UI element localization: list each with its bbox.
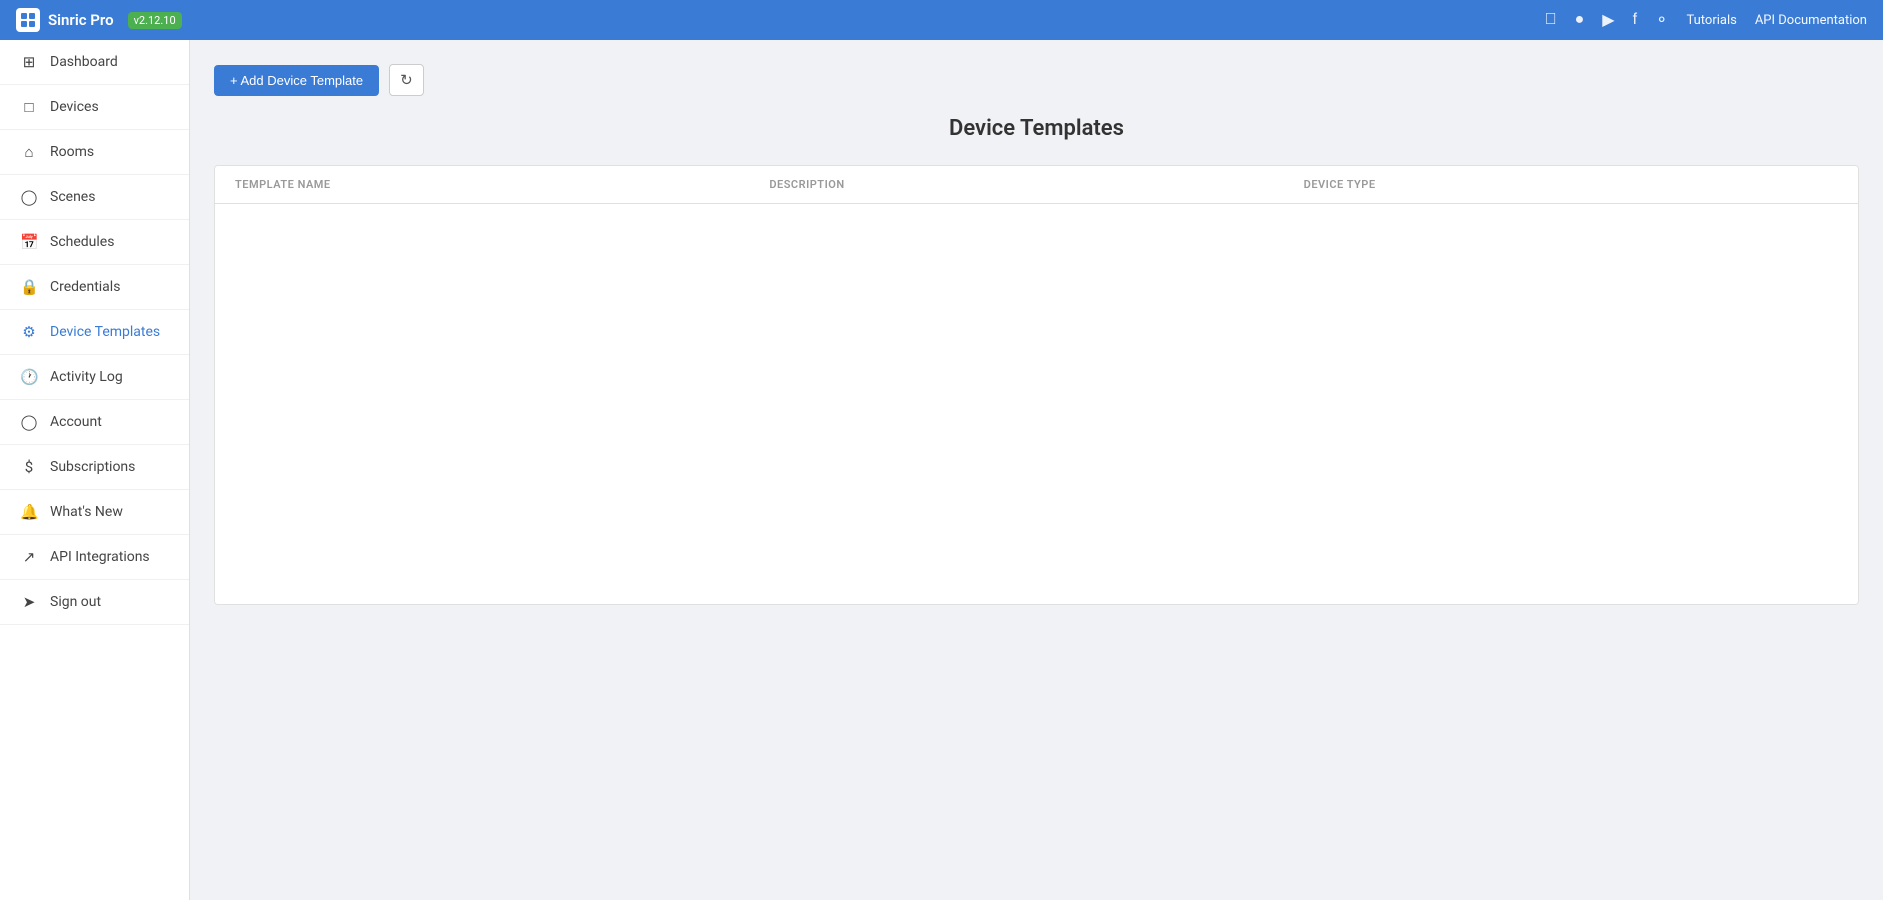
sidebar-item-activity-log[interactable]: 🕐 Activity Log bbox=[0, 355, 189, 400]
sidebar-item-device-templates[interactable]: ⚙ Device Templates bbox=[0, 310, 189, 355]
sidebar-label-rooms: Rooms bbox=[50, 144, 94, 160]
sidebar-label-scenes: Scenes bbox=[50, 189, 95, 205]
template-name-col-header: TEMPLATE NAME bbox=[235, 178, 769, 191]
devices-icon: □ bbox=[20, 98, 38, 116]
credentials-icon: 🔒 bbox=[20, 278, 38, 296]
subscriptions-icon: $ bbox=[20, 458, 38, 476]
sidebar-label-sign-out: Sign out bbox=[50, 594, 101, 610]
device-type-col-header: DEVICE TYPE bbox=[1304, 178, 1838, 191]
sidebar-item-account[interactable]: ◯ Account bbox=[0, 400, 189, 445]
main-content: + Add Device Template ↻ Device Templates… bbox=[190, 40, 1883, 900]
dashboard-icon: ⊞ bbox=[20, 53, 38, 71]
sidebar-label-devices: Devices bbox=[50, 99, 99, 115]
account-icon: ◯ bbox=[20, 413, 38, 431]
sidebar: ⊞ Dashboard □ Devices ⌂ Rooms ◯ Scenes 📅… bbox=[0, 40, 190, 900]
sidebar-item-api-integrations[interactable]: ↗ API Integrations bbox=[0, 535, 189, 580]
brand-logo: Sinric Pro v2.12.10 bbox=[16, 8, 182, 32]
sidebar-label-api-integrations: API Integrations bbox=[50, 549, 150, 565]
device-templates-icon: ⚙ bbox=[20, 323, 38, 341]
brand-name: Sinric Pro bbox=[48, 11, 114, 29]
api-integrations-icon: ↗ bbox=[20, 548, 38, 566]
device-templates-table: TEMPLATE NAME DESCRIPTION DEVICE TYPE bbox=[214, 165, 1859, 605]
sidebar-item-rooms[interactable]: ⌂ Rooms bbox=[0, 130, 189, 175]
github-icon[interactable]: ⚬ bbox=[1655, 10, 1668, 30]
facebook-icon[interactable]: f bbox=[1633, 11, 1637, 29]
api-docs-link[interactable]: API Documentation bbox=[1755, 13, 1867, 28]
sidebar-label-subscriptions: Subscriptions bbox=[50, 459, 135, 475]
rooms-icon: ⌂ bbox=[20, 143, 38, 161]
refresh-button[interactable]: ↻ bbox=[389, 64, 424, 96]
topnav: Sinric Pro v2.12.10  ● ▶ f ⚬ Tutorials … bbox=[0, 0, 1883, 40]
sidebar-label-activity-log: Activity Log bbox=[50, 369, 123, 385]
sidebar-item-devices[interactable]: □ Devices bbox=[0, 85, 189, 130]
sidebar-label-device-templates: Device Templates bbox=[50, 324, 160, 340]
notification-icon[interactable]: ● bbox=[1575, 11, 1585, 29]
sidebar-item-sign-out[interactable]: ➤ Sign out bbox=[0, 580, 189, 625]
schedules-icon: 📅 bbox=[20, 233, 38, 251]
add-device-template-button[interactable]: + Add Device Template bbox=[214, 65, 379, 96]
sidebar-label-account: Account bbox=[50, 414, 102, 430]
sidebar-label-schedules: Schedules bbox=[50, 234, 114, 250]
sign-out-icon: ➤ bbox=[20, 593, 38, 611]
tutorials-link[interactable]: Tutorials bbox=[1686, 13, 1736, 28]
sidebar-item-schedules[interactable]: 📅 Schedules bbox=[0, 220, 189, 265]
table-body bbox=[215, 204, 1858, 604]
sidebar-item-scenes[interactable]: ◯ Scenes bbox=[0, 175, 189, 220]
topnav-icons:  ● ▶ f ⚬ Tutorials API Documentation bbox=[1545, 10, 1867, 30]
youtube-icon[interactable]: ▶ bbox=[1602, 10, 1614, 30]
sidebar-label-whats-new: What's New bbox=[50, 504, 123, 520]
sidebar-label-credentials: Credentials bbox=[50, 279, 120, 295]
table-header: TEMPLATE NAME DESCRIPTION DEVICE TYPE bbox=[215, 166, 1858, 204]
sidebar-item-subscriptions[interactable]: $ Subscriptions bbox=[0, 445, 189, 490]
whats-new-icon: 🔔 bbox=[20, 503, 38, 521]
apple-icon[interactable]:  bbox=[1545, 11, 1557, 29]
sidebar-item-whats-new[interactable]: 🔔 What's New bbox=[0, 490, 189, 535]
version-badge: v2.12.10 bbox=[128, 12, 182, 29]
logo-icon bbox=[16, 8, 40, 32]
scenes-icon: ◯ bbox=[20, 188, 38, 206]
sidebar-item-dashboard[interactable]: ⊞ Dashboard bbox=[0, 40, 189, 85]
sidebar-item-credentials[interactable]: 🔒 Credentials bbox=[0, 265, 189, 310]
sidebar-label-dashboard: Dashboard bbox=[50, 54, 118, 70]
toolbar: + Add Device Template ↻ bbox=[214, 64, 1859, 96]
description-col-header: DESCRIPTION bbox=[769, 178, 1303, 191]
refresh-icon: ↻ bbox=[400, 72, 413, 89]
activity-log-icon: 🕐 bbox=[20, 368, 38, 386]
page-title: Device Templates bbox=[214, 116, 1859, 141]
